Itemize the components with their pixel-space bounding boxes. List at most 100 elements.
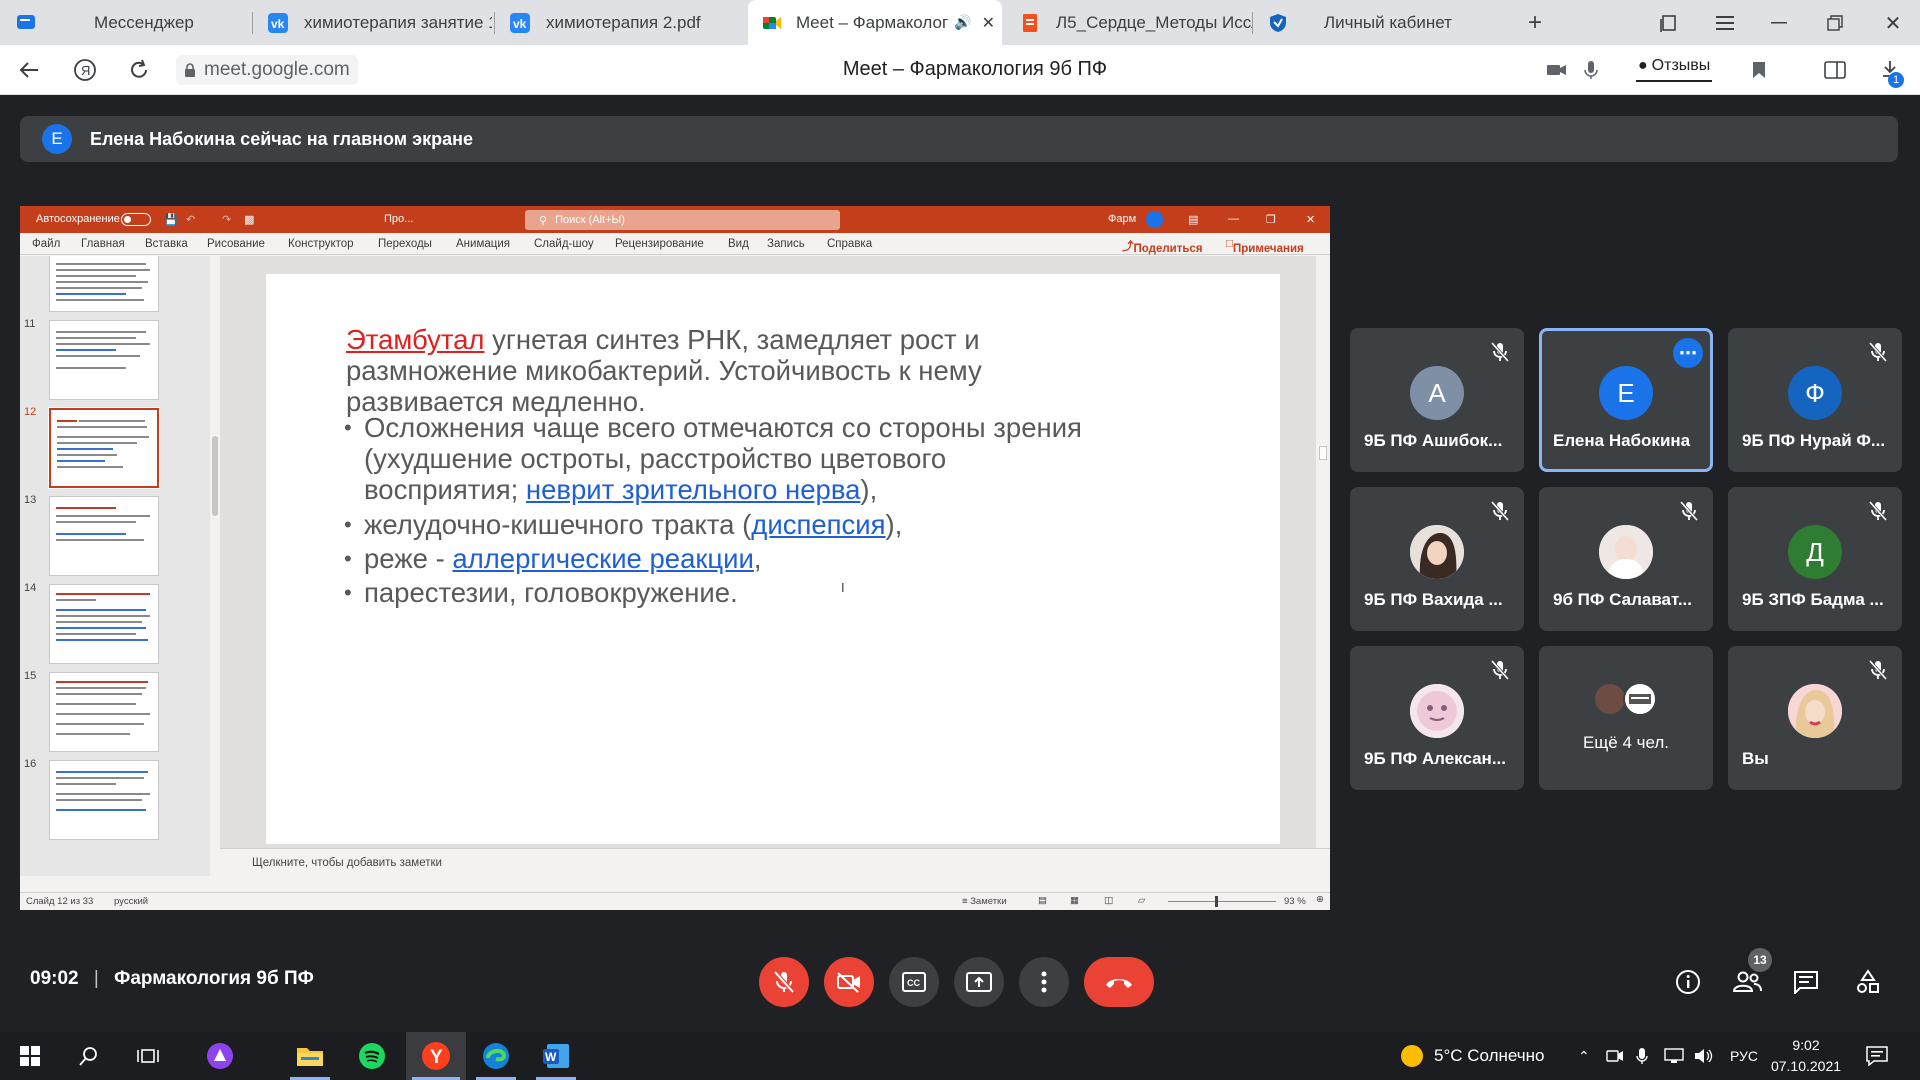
taskbar-explorer[interactable] [284, 1032, 336, 1080]
slide-thumbnail[interactable] [49, 256, 159, 312]
participant-tile[interactable]: Д 9Б ЗПФ Бадма ... [1728, 487, 1902, 631]
mic-icon[interactable] [1576, 55, 1606, 85]
taskbar-yandex-browser[interactable]: Y [406, 1032, 466, 1080]
present-screen-button[interactable] [954, 957, 1004, 1007]
undo-icon[interactable]: ↶ [186, 213, 195, 226]
optic-neuritis-link[interactable]: неврит зрительного нерва [526, 474, 861, 505]
save-icon[interactable]: 💾 [164, 213, 178, 226]
camera-off-button[interactable] [824, 957, 874, 1007]
zoom-slider[interactable] [1168, 901, 1276, 902]
fit-slide-icon[interactable]: ⊕ [1316, 894, 1324, 905]
close-tab-icon[interactable]: ✕ [982, 13, 995, 33]
ppt-minimize-icon[interactable]: — [1228, 213, 1239, 225]
ppt-search-box[interactable]: ⚲ Поиск (Alt+Ы) [525, 210, 840, 230]
taskbar-word[interactable]: W [530, 1032, 582, 1080]
tab-chemo-pdf[interactable]: vk химиотерапия 2.pdf [494, 0, 746, 45]
network-tray-icon[interactable] [1664, 1032, 1684, 1080]
reload-icon[interactable] [124, 55, 154, 85]
close-window-icon[interactable]: ✕ [1878, 10, 1908, 36]
url-field[interactable]: meet.google.com [176, 55, 358, 85]
participant-tile[interactable]: 9б ПФ Салават... [1539, 487, 1713, 631]
participant-tile-active[interactable]: Е Елена Набокина ⋯ [1539, 328, 1713, 472]
taskbar-alice[interactable] [194, 1032, 246, 1080]
autosave-toggle[interactable] [121, 213, 151, 226]
notifications-icon[interactable] [1866, 1032, 1888, 1080]
ribbon-tab[interactable]: Вид [728, 238, 749, 250]
ppt-restore-icon[interactable]: ❐ [1266, 213, 1276, 226]
slideshow-view-icon[interactable]: ▱ [1138, 895, 1145, 906]
speaker-icon[interactable]: 🔊 [954, 14, 971, 31]
feedback-button[interactable]: ● Отзывы [1636, 52, 1713, 82]
language-indicator[interactable]: РУС [1730, 1032, 1758, 1080]
tab-messenger[interactable]: Мессенджер [0, 0, 250, 45]
redo-icon[interactable]: ↷ [222, 213, 231, 226]
leave-call-button[interactable] [1084, 957, 1154, 1007]
sorter-view-icon[interactable]: ▦ [1070, 895, 1079, 906]
ribbon-tab[interactable]: Главная [81, 238, 125, 250]
tab-meet[interactable]: Meet – Фармаколог 🔊 ✕ [748, 0, 1002, 45]
collections-icon[interactable] [1654, 10, 1684, 36]
tab-chemo-lesson[interactable]: vk химиотерапия занятие 1.р [252, 0, 492, 45]
system-clock[interactable]: 9:02 07.10.2021 [1768, 1035, 1844, 1077]
tab-personal-account[interactable]: Личный кабинет [1252, 0, 1502, 45]
search-button[interactable] [62, 1032, 114, 1080]
yandex-icon[interactable]: Я [70, 55, 100, 85]
ribbon-tab[interactable]: Рисование [207, 238, 265, 250]
meeting-details-button[interactable] [1672, 966, 1704, 998]
ribbon-tab[interactable]: Файл [32, 238, 60, 250]
more-participants-tile[interactable]: Ещё 4 чел. [1539, 646, 1713, 790]
participant-tile[interactable]: А 9Б ПФ Ашибок... [1350, 328, 1524, 472]
more-options-icon[interactable]: ⋯ [1673, 338, 1703, 368]
participant-tile[interactable]: 9Б ПФ Вахида ... [1350, 487, 1524, 631]
ribbon-tab[interactable]: Переходы [378, 238, 432, 250]
tab-heart-methods[interactable]: Л5_Сердце_Методы Иссле [1004, 0, 1252, 45]
more-options-button[interactable] [1019, 957, 1069, 1007]
video-tray-icon[interactable] [1606, 1032, 1624, 1080]
volume-tray-icon[interactable] [1694, 1032, 1714, 1080]
ribbon-display-icon[interactable]: ▤ [1188, 213, 1198, 226]
notes-pane[interactable]: Щелкните, чтобы добавить заметки [220, 848, 1330, 876]
ribbon-tab[interactable]: Анимация [456, 238, 510, 250]
ribbon-tab[interactable]: Конструктор [288, 238, 354, 250]
slide-thumbnail[interactable] [49, 672, 159, 752]
ribbon-tab[interactable]: Вставка [145, 238, 188, 250]
dyspepsia-link[interactable]: диспепсия [751, 509, 885, 540]
slide-scrollbar[interactable] [1316, 256, 1330, 848]
restore-icon[interactable] [1820, 10, 1850, 36]
tray-overflow-icon[interactable]: ⌃ [1578, 1032, 1590, 1080]
chat-button[interactable] [1790, 966, 1822, 998]
mic-off-button[interactable] [759, 957, 809, 1007]
task-view-button[interactable] [122, 1032, 174, 1080]
slide-thumbnail[interactable] [49, 496, 159, 576]
minimize-icon[interactable] [1764, 10, 1794, 36]
back-icon[interactable] [14, 55, 44, 85]
self-tile[interactable]: Вы [1728, 646, 1902, 790]
ppt-avatar[interactable] [1146, 211, 1163, 228]
slide-thumbnail[interactable] [49, 584, 159, 664]
participant-tile[interactable]: 9Б ПФ Алексан... [1350, 646, 1524, 790]
ppt-filename[interactable]: Про... [384, 213, 413, 225]
ribbon-tab[interactable]: Запись [767, 238, 805, 250]
ribbon-tab[interactable]: Рецензирование [615, 238, 704, 250]
ribbon-tab[interactable]: Справка [827, 238, 872, 250]
taskbar-edge[interactable] [470, 1032, 522, 1080]
thumbnail-scrollbar[interactable] [210, 256, 220, 876]
mic-tray-icon[interactable] [1636, 1032, 1648, 1080]
ppt-close-icon[interactable]: ✕ [1306, 213, 1315, 226]
bookmark-icon[interactable] [1744, 55, 1774, 85]
reading-view-icon[interactable]: ◫ [1104, 895, 1113, 906]
activities-button[interactable] [1852, 966, 1884, 998]
captions-button[interactable]: CC [889, 957, 939, 1007]
weather-widget[interactable]: 5°C Солнечно [1400, 1044, 1545, 1068]
slide-thumbnail-selected[interactable] [48, 407, 160, 489]
normal-view-icon[interactable]: ▤ [1038, 895, 1047, 906]
menu-icon[interactable] [1710, 10, 1740, 36]
allergic-reactions-link[interactable]: аллергические реакции [452, 543, 753, 574]
present-icon[interactable]: ▩ [244, 213, 254, 226]
taskbar-spotify[interactable] [346, 1032, 398, 1080]
ppt-share-button[interactable]: ⤴ Поделиться [1122, 238, 1203, 255]
ribbon-tab[interactable]: Слайд-шоу [534, 238, 594, 250]
new-tab-button[interactable]: + [1520, 9, 1550, 36]
slide-thumbnail[interactable] [49, 760, 159, 840]
slide-thumbnail[interactable] [49, 320, 159, 400]
